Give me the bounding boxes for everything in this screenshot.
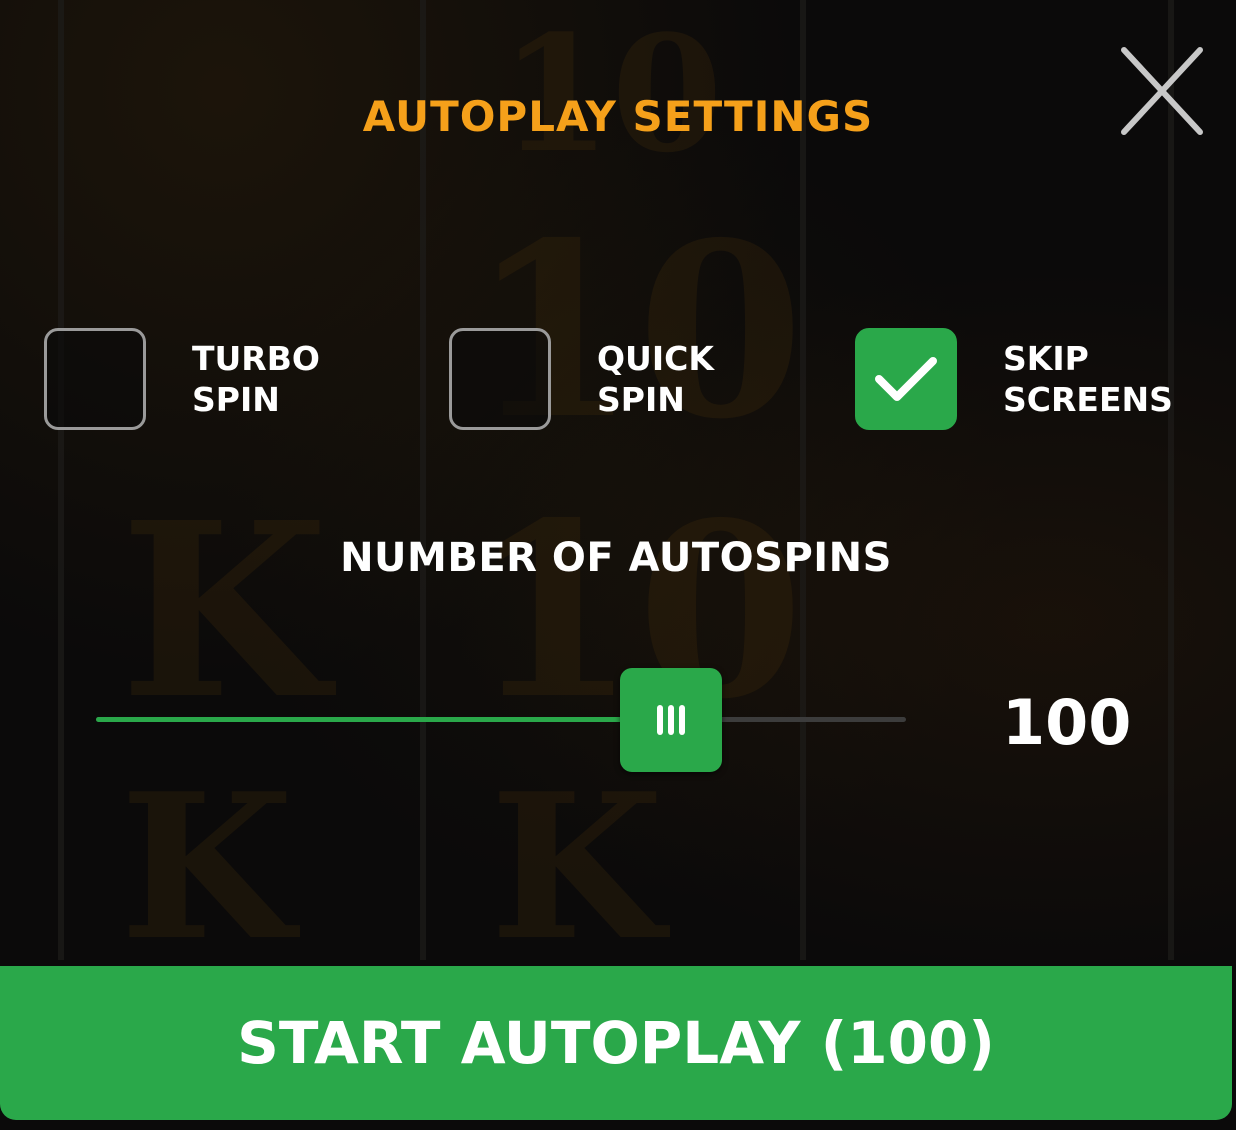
autospins-slider-fill [96, 717, 672, 722]
quick-spin-option[interactable]: QUICK SPIN [449, 326, 714, 432]
skip-screens-label: SKIP SCREENS [1003, 339, 1173, 419]
grip-icon [657, 705, 686, 735]
quick-spin-label: QUICK SPIN [597, 339, 714, 419]
reel-divider [420, 0, 426, 960]
background-reel-symbol: K [120, 470, 329, 752]
background-reel-symbol: K [120, 750, 294, 985]
background-reel-symbol: K [490, 750, 664, 985]
autoplay-settings-screen: 10 10 10 K K K AUTOPLAY SETTINGS TURBO S… [0, 0, 1236, 1130]
close-icon [1121, 47, 1203, 135]
autospins-slider-track[interactable] [96, 717, 906, 722]
dialog-title: AUTOPLAY SETTINGS [362, 92, 874, 141]
skip-screens-option[interactable]: SKIP SCREENS [855, 326, 1173, 432]
quick-spin-checkbox[interactable] [449, 328, 551, 430]
turbo-spin-option[interactable]: TURBO SPIN [44, 326, 320, 432]
reel-divider [1168, 0, 1174, 960]
autospins-label: NUMBER OF AUTOSPINS [340, 535, 892, 581]
turbo-spin-checkbox[interactable] [44, 328, 146, 430]
checkmark-icon [875, 357, 937, 401]
autospins-slider-thumb[interactable] [620, 668, 723, 772]
reel-divider [800, 0, 806, 960]
reel-divider [58, 0, 64, 960]
turbo-spin-label: TURBO SPIN [192, 339, 320, 419]
start-autoplay-button[interactable]: START AUTOPLAY (100) [0, 966, 1232, 1120]
skip-screens-checkbox[interactable] [855, 328, 957, 430]
autospins-value: 100 [1002, 686, 1132, 759]
close-button[interactable] [1118, 44, 1208, 140]
